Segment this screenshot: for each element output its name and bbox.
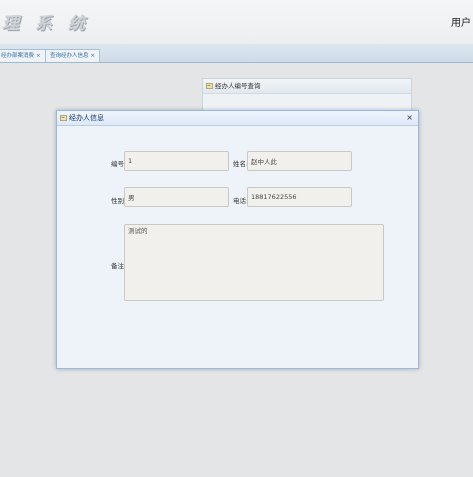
- handler-info-dialog: 经办人信息 × 编号: 姓名: 性别: 电话: 备注: 测试的: [56, 110, 419, 369]
- dialog-title: 经办人信息: [69, 114, 104, 122]
- form-icon: [60, 115, 67, 121]
- remark-field[interactable]: 测试的: [124, 224, 384, 301]
- user-label[interactable]: 用户: [451, 14, 473, 29]
- tab-close-icon[interactable]: ×: [91, 53, 96, 59]
- phone-field[interactable]: [247, 187, 352, 207]
- id-field[interactable]: [124, 151, 229, 171]
- panel-title: 经办人编号查询: [215, 82, 261, 90]
- name-label: 姓名:: [233, 160, 249, 168]
- handler-query-panel: 经办人编号查询: [202, 78, 412, 114]
- tab-bar: 经办部案消费 × 查询经办人信息 ×: [0, 44, 473, 63]
- form-icon: [206, 83, 213, 89]
- tab-expense[interactable]: 经办部案消费 ×: [0, 49, 46, 62]
- name-field[interactable]: [247, 151, 352, 171]
- tab-query-handler[interactable]: 查询经办人信息 ×: [45, 49, 101, 62]
- gender-field[interactable]: [124, 187, 229, 207]
- tab-label: 查询经办人信息: [50, 53, 89, 59]
- app-header: 理 系 统 用户: [0, 0, 473, 44]
- close-icon[interactable]: ×: [406, 111, 413, 125]
- phone-label: 电话:: [233, 197, 249, 205]
- dialog-header: 经办人信息 ×: [57, 111, 418, 126]
- system-title: 理 系 统: [2, 14, 90, 34]
- tab-close-icon[interactable]: ×: [36, 53, 41, 59]
- panel-header: 经办人编号查询: [203, 79, 411, 94]
- tab-label: 经办部案消费: [1, 53, 35, 59]
